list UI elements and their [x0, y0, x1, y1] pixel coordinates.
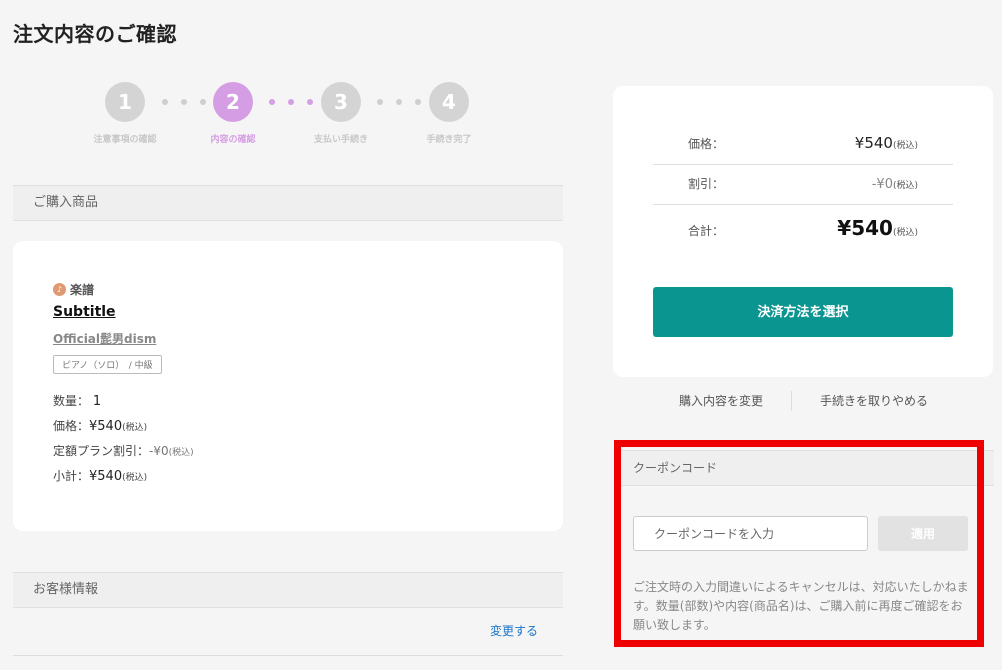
- change-order-link[interactable]: 購入内容を変更: [679, 392, 763, 409]
- price-value: ¥540: [89, 419, 123, 434]
- price-tax: (税込): [122, 423, 148, 433]
- summary-price-value: ¥540: [854, 134, 893, 152]
- instrument-level-tag: ピアノ（ソロ） / 中級: [53, 355, 162, 374]
- summary-total-value: ¥540: [837, 216, 893, 240]
- progress-stepper: 1 注意事項の確認 2 内容の確認 3 支払い手続き 4 手続き完了: [90, 82, 490, 152]
- step-2-number: 2: [213, 82, 253, 122]
- highlight-box: [614, 440, 984, 647]
- summary-discount-label: 割引：: [688, 177, 725, 191]
- subtotal-tax: (税込): [122, 473, 148, 483]
- product-card: ♪ 楽譜 Subtitle Official髭男dism ピアノ（ソロ） / 中…: [13, 241, 563, 531]
- step-3-number: 3: [321, 82, 361, 122]
- step-3-label: 支払い手続き: [313, 135, 368, 145]
- change-customer-link[interactable]: 変更する: [490, 622, 538, 639]
- music-note-icon: ♪: [53, 283, 66, 296]
- summary-discount-value: -¥0: [871, 177, 893, 192]
- customer-info-header: お客様情報: [13, 572, 563, 608]
- step-4-number: 4: [429, 82, 469, 122]
- plan-discount-value: -¥0: [149, 444, 169, 458]
- link-separator: [791, 391, 792, 411]
- product-title-link[interactable]: Subtitle: [53, 304, 523, 320]
- page-title: 注文内容のご確認: [13, 22, 177, 46]
- plan-discount-tax: (税込): [168, 448, 194, 458]
- product-category: ♪ 楽譜: [53, 281, 523, 298]
- summary-price-label: 価格：: [688, 137, 725, 151]
- quantity-label: 数量：: [53, 394, 90, 408]
- step-4: 4 手続き完了: [409, 82, 489, 145]
- summary-divider: [653, 204, 953, 205]
- summary-divider: [653, 164, 953, 165]
- step-1-label: 注意事項の確認: [93, 135, 157, 145]
- order-summary-card: 価格： ¥540(税込) 割引： -¥0(税込) 合計： ¥540(税込) 決済…: [613, 86, 993, 377]
- subtotal-value: ¥540: [89, 469, 123, 484]
- plan-discount-row: 定額プラン割引：-¥0(税込): [53, 442, 523, 459]
- quantity-value: 1: [92, 394, 102, 409]
- step-2: 2 内容の確認: [193, 82, 273, 145]
- cancel-procedure-link[interactable]: 手続きを取りやめる: [820, 392, 928, 409]
- plan-discount-label: 定額プラン割引：: [53, 444, 150, 458]
- product-category-label: 楽譜: [70, 283, 95, 297]
- summary-price-tax: (税込): [892, 141, 918, 151]
- quantity-row: 数量： 1: [53, 392, 523, 409]
- step-2-label: 内容の確認: [210, 135, 256, 145]
- subtotal-label: 小計：: [53, 469, 90, 483]
- step-4-label: 手続き完了: [426, 135, 472, 145]
- price-label: 価格：: [53, 419, 90, 433]
- summary-discount-row: 割引： -¥0(税込): [653, 175, 953, 192]
- select-payment-button[interactable]: 決済方法を選択: [653, 287, 953, 337]
- summary-total-row: 合計： ¥540(税込): [653, 216, 953, 240]
- divider: [13, 655, 563, 656]
- summary-discount-tax: (税込): [892, 181, 918, 191]
- subtotal-row: 小計：¥540(税込): [53, 467, 523, 484]
- purchased-items-header: ご購入商品: [13, 185, 563, 221]
- step-1: 1 注意事項の確認: [85, 82, 165, 145]
- artist-link[interactable]: Official髭男dism: [53, 330, 523, 347]
- summary-price-row: 価格： ¥540(税込): [653, 134, 953, 152]
- step-1-number: 1: [105, 82, 145, 122]
- step-3: 3 支払い手続き: [301, 82, 381, 145]
- summary-total-label: 合計：: [688, 224, 725, 238]
- summary-total-tax: (税込): [892, 228, 918, 238]
- price-row: 価格：¥540(税込): [53, 417, 523, 434]
